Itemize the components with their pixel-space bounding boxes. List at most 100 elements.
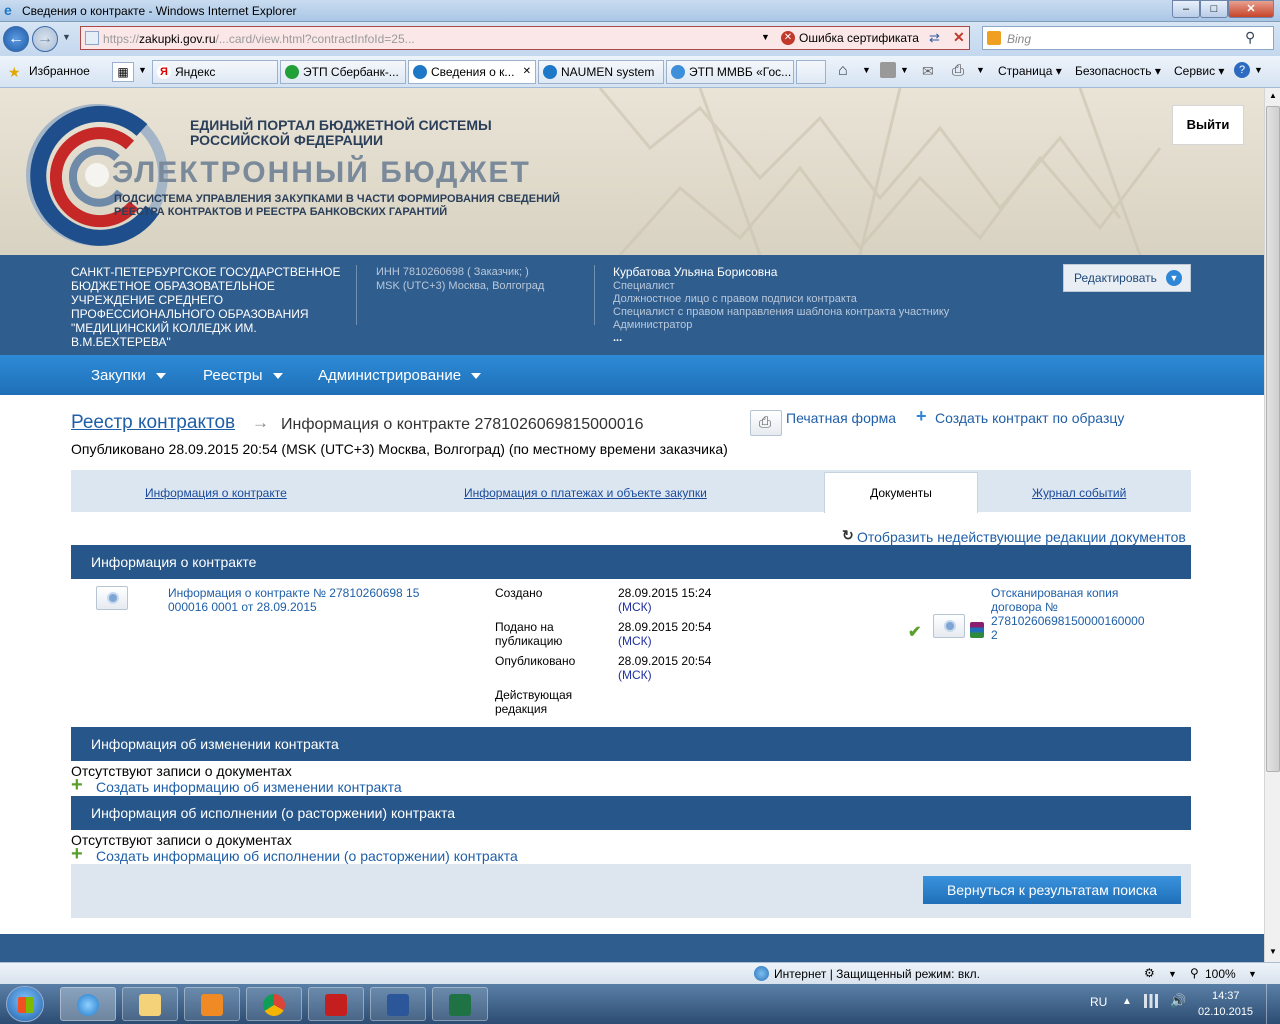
tab-sberbank[interactable]: ЭТП Сбербанк-... bbox=[280, 60, 406, 84]
cert-error-icon: ✕ bbox=[781, 31, 795, 45]
feeds-icon[interactable] bbox=[880, 62, 896, 78]
start-button[interactable] bbox=[6, 986, 44, 1022]
back-button[interactable]: ← bbox=[3, 26, 29, 52]
window-title: Сведения о контракте - Windows Internet … bbox=[22, 4, 297, 18]
scanned-copy-link[interactable]: Отсканированая копия договора № 2781026069… bbox=[991, 586, 1145, 642]
forward-button[interactable]: → bbox=[32, 26, 58, 52]
zone-dropdown-icon[interactable]: ▼ bbox=[1168, 969, 1177, 979]
service-menu[interactable]: Сервис ▾ bbox=[1174, 64, 1224, 78]
tab-naumen[interactable]: NAUMEN system bbox=[538, 60, 664, 84]
close-tab-icon[interactable]: ✕ bbox=[523, 61, 531, 83]
subsystem-line2: РЕЕСТРА КОНТРАКТОВ И РЕЕСТРА БАНКОВСКИХ … bbox=[114, 206, 448, 218]
show-desktop-button[interactable] bbox=[1266, 984, 1280, 1024]
stop-icon[interactable]: ✕ bbox=[953, 29, 965, 46]
scroll-thumb[interactable] bbox=[1266, 106, 1280, 772]
quick-tabs-icon[interactable]: ▦ bbox=[112, 62, 134, 82]
taskbar-acrobat[interactable] bbox=[308, 987, 364, 1021]
vertical-scrollbar[interactable]: ▲ ▼ bbox=[1264, 88, 1280, 962]
web-page: ЕДИНЫЙ ПОРТАЛ БЮДЖЕТНОЙ СИСТЕМЫ РОССИЙСК… bbox=[0, 88, 1264, 962]
home-icon[interactable]: ⌂ bbox=[838, 62, 848, 80]
address-bar[interactable]: https://zakupki.gov.ru/...card/view.html… bbox=[80, 26, 970, 50]
portal-title-line1: ЕДИНЫЙ ПОРТАЛ БЮДЖЕТНОЙ СИСТЕМЫ bbox=[190, 117, 492, 133]
print-icon[interactable]: ⎙ bbox=[952, 62, 964, 79]
maximize-button[interactable]: □ bbox=[1200, 0, 1228, 18]
zoom-level[interactable]: 100% bbox=[1205, 967, 1236, 981]
archive-icon[interactable] bbox=[970, 622, 984, 638]
media-player-icon bbox=[201, 994, 223, 1016]
show-inactive-link[interactable]: Отобразить недействующие редакции докуме… bbox=[857, 529, 1186, 545]
section-contract-info: Информация о контракте bbox=[71, 545, 1191, 579]
volume-icon[interactable]: 🔊 bbox=[1170, 993, 1186, 1009]
zoom-dropdown-icon[interactable]: ▼ bbox=[1248, 969, 1257, 979]
zone-settings-icon[interactable]: ⚙ bbox=[1144, 966, 1155, 980]
chrome-icon bbox=[263, 994, 285, 1016]
home-dropdown-icon[interactable]: ▼ bbox=[862, 65, 871, 75]
edit-profile-button[interactable]: Редактировать ▼ bbox=[1063, 264, 1191, 292]
taskbar-ie[interactable] bbox=[60, 987, 116, 1021]
address-dropdown-icon[interactable]: ▼ bbox=[761, 32, 770, 42]
history-dropdown-icon[interactable]: ▼ bbox=[62, 32, 71, 42]
document-view-button[interactable] bbox=[96, 586, 128, 610]
language-indicator[interactable]: RU bbox=[1090, 995, 1107, 1009]
published-info: Опубликовано 28.09.2015 20:54 (MSK (UTC+… bbox=[71, 441, 728, 457]
tab-payments[interactable]: Информация о платежах и объекте закупки bbox=[464, 486, 707, 500]
minimize-button[interactable]: – bbox=[1172, 0, 1200, 18]
tab-documents[interactable]: Документы bbox=[824, 472, 978, 513]
cert-error-label[interactable]: Ошибка сертификата bbox=[799, 31, 919, 45]
security-menu[interactable]: Безопасность ▾ bbox=[1075, 64, 1161, 78]
scroll-up-icon[interactable]: ▲ bbox=[1266, 88, 1280, 104]
scroll-down-icon[interactable]: ▼ bbox=[1266, 944, 1280, 960]
menu-purchases[interactable]: Закупки bbox=[91, 367, 166, 384]
close-window-button[interactable]: ✕ bbox=[1228, 0, 1274, 18]
taskbar-explorer[interactable] bbox=[122, 987, 178, 1021]
taskbar-media-player[interactable] bbox=[184, 987, 240, 1021]
network-icon[interactable] bbox=[1144, 994, 1158, 1008]
menu-registries[interactable]: Реестры bbox=[203, 367, 283, 384]
favorites-star-icon: ★ bbox=[8, 64, 21, 80]
empty-changes-text: Отсутствуют записи о документах bbox=[71, 763, 292, 779]
windows-logo-icon bbox=[18, 997, 34, 1013]
contract-document-link[interactable]: Информация о контракте № 27810260698 15 0… bbox=[168, 586, 419, 614]
taskbar-excel[interactable] bbox=[432, 987, 488, 1021]
clock-date[interactable]: 02.10.2015 bbox=[1198, 1006, 1253, 1018]
tab-contract-info[interactable]: Информация о контракте bbox=[145, 486, 287, 500]
taskbar-word[interactable] bbox=[370, 987, 426, 1021]
tab-event-log[interactable]: Журнал событий bbox=[1032, 486, 1126, 500]
security-zone-text: Интернет | Защищенный режим: вкл. bbox=[774, 967, 980, 981]
logout-button[interactable]: Выйти bbox=[1172, 105, 1244, 145]
bing-icon bbox=[987, 31, 1001, 45]
help-dropdown-icon[interactable]: ▼ bbox=[1254, 65, 1263, 75]
back-to-results-button[interactable]: Вернуться к результатам поиска bbox=[923, 876, 1181, 904]
menu-administration[interactable]: Администрирование bbox=[318, 367, 482, 384]
taskbar-chrome[interactable] bbox=[246, 987, 302, 1021]
mail-icon[interactable]: ✉ bbox=[922, 63, 934, 80]
create-by-sample-link[interactable]: Создать контракт по образцу bbox=[935, 410, 1124, 426]
excel-icon bbox=[449, 994, 471, 1016]
print-dropdown-icon[interactable]: ▼ bbox=[976, 65, 985, 75]
address-row: ← → ▼ https://zakupki.gov.ru/...card/vie… bbox=[0, 22, 1280, 56]
search-input[interactable]: Bing ⚲ bbox=[982, 26, 1274, 50]
tray-expand-icon[interactable]: ▲ bbox=[1122, 996, 1132, 1007]
favorites-button[interactable]: Избранное bbox=[29, 64, 90, 78]
breadcrumb-registry-link[interactable]: Реестр контрактов bbox=[71, 412, 235, 433]
tab-mmvb[interactable]: ЭТП ММВБ «Гос... bbox=[666, 60, 794, 84]
tab-contract-info[interactable]: Сведения о к... ✕ bbox=[408, 60, 536, 84]
create-execution-link[interactable]: Создать информацию об исполнении (о раст… bbox=[96, 848, 518, 864]
tab-yandex[interactable]: Я Яндекс bbox=[152, 60, 278, 84]
print-form-button[interactable]: ⎙ bbox=[750, 410, 782, 436]
clock-time[interactable]: 14:37 bbox=[1212, 990, 1240, 1002]
create-change-link[interactable]: Создать информацию об изменении контракт… bbox=[96, 779, 402, 795]
refresh-icon[interactable]: ⇄ bbox=[929, 30, 940, 46]
label-created: Создано bbox=[495, 586, 543, 600]
certificate-icon bbox=[944, 620, 956, 632]
tab-list-dropdown-icon[interactable]: ▼ bbox=[138, 65, 147, 75]
section-contract-changes: Информация об изменении контракта bbox=[71, 727, 1191, 761]
search-icon[interactable]: ⚲ bbox=[1245, 29, 1255, 46]
new-tab-button[interactable] bbox=[796, 60, 826, 84]
page-menu[interactable]: Страница ▾ bbox=[998, 64, 1062, 78]
print-form-link[interactable]: Печатная форма bbox=[786, 410, 896, 426]
refresh-icon: ↻ bbox=[842, 527, 854, 543]
help-icon[interactable]: ? bbox=[1234, 62, 1250, 78]
scan-view-button[interactable] bbox=[933, 614, 965, 638]
feeds-dropdown-icon[interactable]: ▼ bbox=[900, 65, 909, 75]
